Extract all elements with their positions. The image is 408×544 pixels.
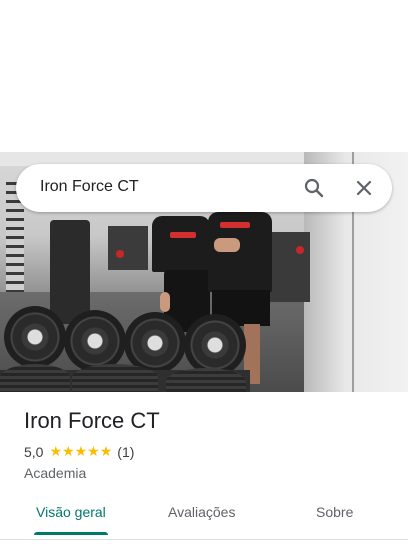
star-icon: ★ <box>99 444 113 460</box>
photo-shirt-logo <box>170 232 196 238</box>
tab-reviews[interactable]: Avaliações <box>168 504 235 520</box>
photo-red-detail <box>296 246 304 254</box>
photo-weight-plate <box>72 364 158 392</box>
search-input[interactable]: Iron Force CT <box>40 178 139 196</box>
photo-shirt-logo <box>220 222 250 228</box>
map-blank-area <box>0 0 408 152</box>
close-icon[interactable] <box>352 176 376 200</box>
review-count[interactable]: (1) <box>117 444 134 460</box>
star-icon: ★ <box>62 444 75 460</box>
photo-arm <box>214 238 240 252</box>
photo-machine <box>108 226 148 270</box>
rating-value: 5,0 <box>24 444 44 460</box>
star-icon: ★ <box>49 444 63 460</box>
photo-bench <box>50 220 90 324</box>
star-icon: ★ <box>87 444 100 460</box>
photo-weight-plate <box>184 314 246 376</box>
tab-about[interactable]: Sobre <box>316 504 353 520</box>
photo-red-detail <box>116 250 124 258</box>
tab-overview[interactable]: Visão geral <box>36 504 106 520</box>
photo-machine-right <box>268 232 310 302</box>
place-title: Iron Force CT <box>24 408 160 433</box>
rating-row[interactable]: 5,0 ★ ★ ★ ★ ★ (1) <box>24 444 134 460</box>
photo-weight-plate <box>166 368 246 392</box>
photo-weight-plate <box>64 310 126 372</box>
photo-person-1 <box>152 216 210 272</box>
place-category[interactable]: Academia <box>24 465 86 481</box>
search-icon[interactable] <box>302 176 326 200</box>
star-icon: ★ <box>74 444 88 460</box>
search-bar[interactable]: Iron Force CT <box>16 164 392 212</box>
photo-arm <box>160 292 170 312</box>
tab-bar: Visão geral Avaliações Sobre <box>0 496 408 536</box>
star-rating: ★ ★ ★ ★ ★ <box>49 445 112 459</box>
tabs-divider <box>0 539 408 540</box>
photo-weight-plate <box>4 306 66 368</box>
active-tab-indicator <box>34 532 108 535</box>
photo-weight-plate <box>0 364 70 392</box>
